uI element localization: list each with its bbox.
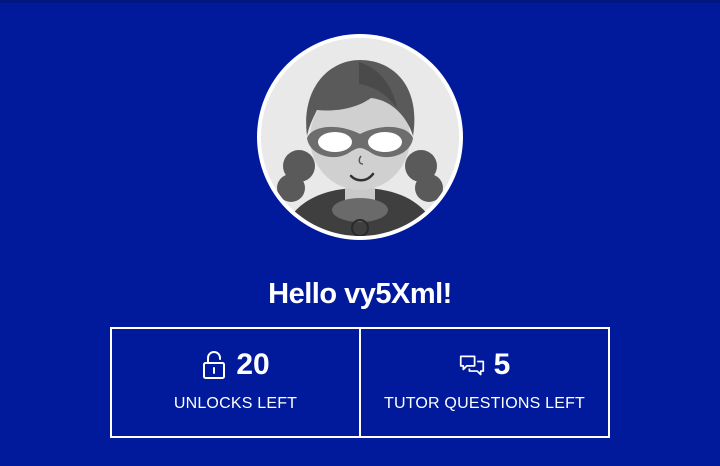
top-divider <box>0 0 720 3</box>
masked-hero-avatar-icon <box>261 38 459 236</box>
unlock-icon <box>201 350 227 380</box>
unlocks-stat: 20 UNLOCKS LEFT <box>112 329 359 436</box>
unlocks-label: UNLOCKS LEFT <box>173 395 298 412</box>
tutor-questions-stat: 5 TUTOR QUESTIONS LEFT <box>359 329 608 436</box>
greeting-title: Hello vy5Xml! <box>268 278 452 310</box>
unlocks-count: 20 <box>236 348 270 381</box>
chat-bubbles-icon <box>459 350 485 380</box>
usage-stats-panel: 20 UNLOCKS LEFT 5 TUTOR QUESTIONS LEFT <box>110 327 610 438</box>
avatar <box>257 34 463 240</box>
tutor-questions-count: 5 <box>493 348 511 381</box>
tutor-questions-label: TUTOR QUESTIONS LEFT <box>383 395 586 412</box>
